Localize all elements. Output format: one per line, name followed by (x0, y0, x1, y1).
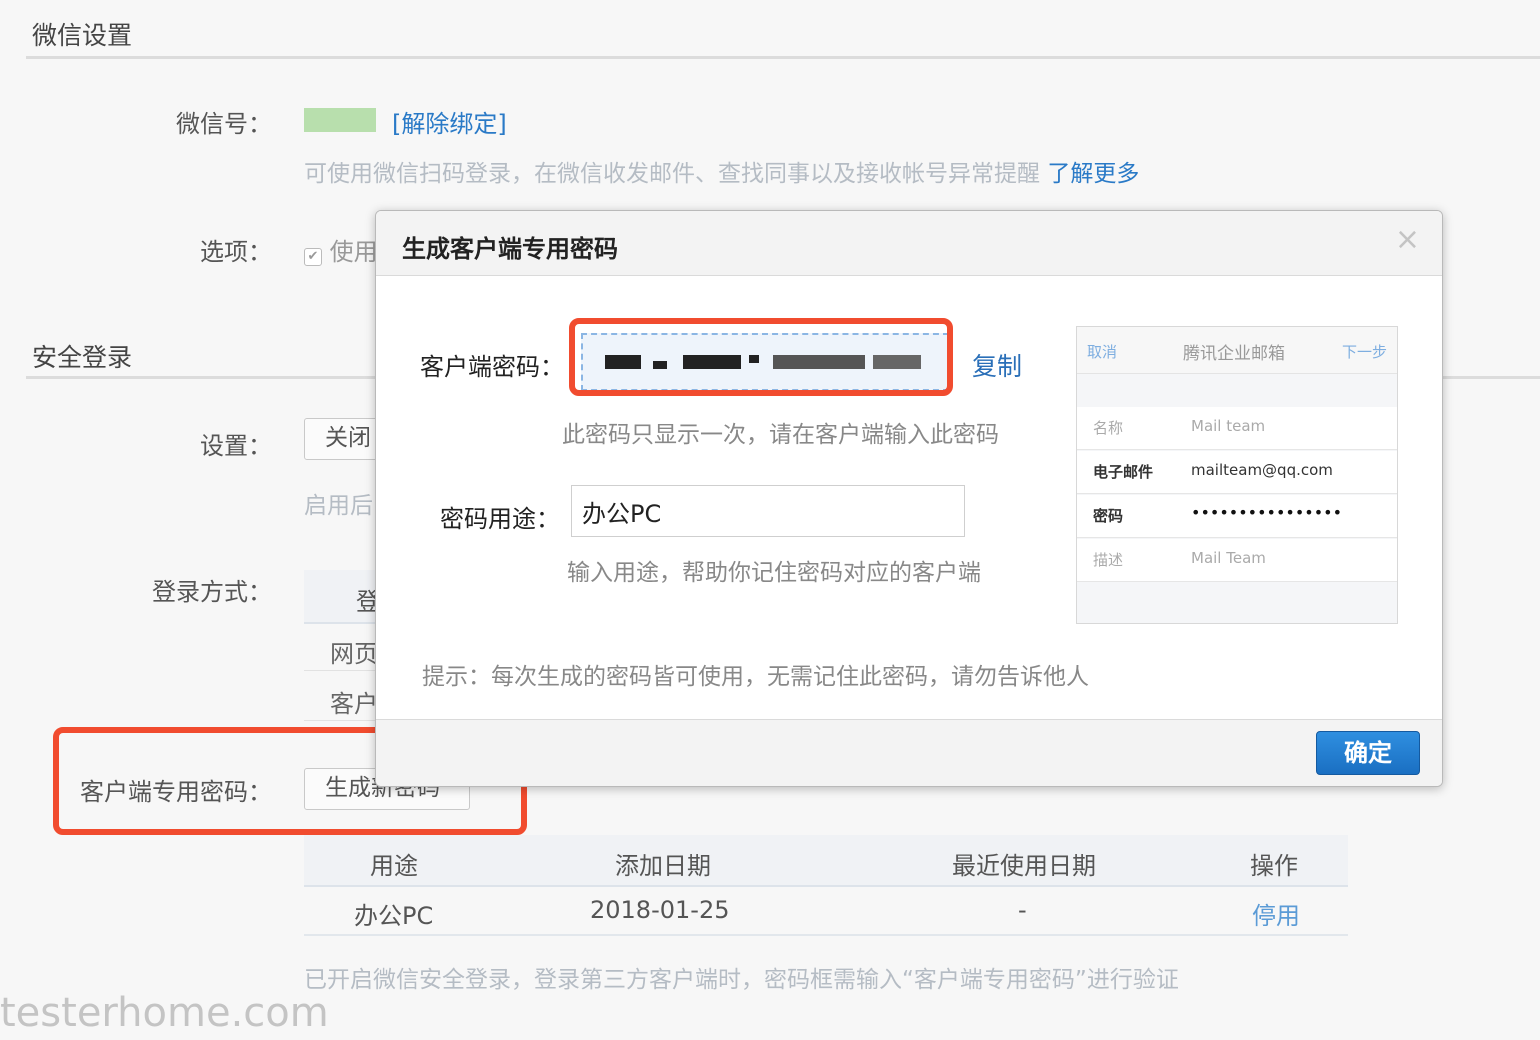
preview-key: 名称 (1093, 419, 1124, 437)
purpose-hint: 输入用途，帮助你记住密码对应的客户端 (567, 560, 981, 586)
preview-next: 下一步 (1341, 343, 1387, 361)
login-method-label: 登录方式： (152, 578, 272, 606)
tip-text: 提示：每次生成的密码皆可使用，无需记住此密码，请勿告诉他人 (422, 664, 1089, 690)
purpose-label: 密码用途： (440, 505, 560, 533)
row-added: 2018-01-25 (590, 896, 730, 924)
preview-cancel: 取消 (1087, 343, 1118, 361)
preview-row-name: 名称 Mail team (1077, 407, 1397, 450)
divider (304, 934, 1348, 936)
password-note: 此密码只显示一次，请在客户端输入此密码 (562, 422, 999, 448)
wechat-avatar-blur (304, 108, 376, 132)
disable-link[interactable]: 停用 (1252, 896, 1300, 931)
dialog-title: 生成客户端专用密码 (402, 235, 618, 263)
client-preview-image: 取消 腾讯企业邮箱 下一步 名称 Mail team 电子邮件 mailteam… (1076, 326, 1398, 624)
security-login-title: 安全登录 (32, 343, 133, 372)
preview-value: Mail Team (1191, 549, 1266, 567)
preview-row-password: 密码 •••••••••••••••• (1077, 495, 1397, 538)
learn-more-link[interactable]: 了解更多 (1047, 161, 1139, 187)
row-purpose: 办公PC (354, 902, 434, 930)
unbind-link[interactable]: [解除绑定] (392, 104, 507, 139)
ok-button[interactable]: 确定 (1316, 731, 1420, 775)
preview-row-desc: 描述 Mail Team (1077, 539, 1397, 582)
preview-key: 电子邮件 (1093, 463, 1154, 481)
preview-key: 描述 (1093, 551, 1124, 569)
preview-title: 腾讯企业邮箱 (1183, 344, 1285, 364)
password-table-head (304, 835, 1348, 887)
preview-value: Mail team (1191, 417, 1266, 435)
dialog-header: 生成客户端专用密码 × (376, 211, 1442, 276)
close-icon[interactable]: × (1395, 225, 1420, 255)
wechat-settings-title: 微信设置 (32, 21, 133, 50)
divider (26, 56, 1540, 59)
wechat-account-label: 微信号： (176, 110, 272, 138)
option-checkbox-row[interactable]: ✔ 使用 (304, 232, 378, 267)
wechat-description-text: 可使用微信扫码登录，在微信收发邮件、查找同事以及接收帐号异常提醒 (304, 161, 1040, 187)
copy-link[interactable]: 复制 (972, 347, 1022, 383)
highlight-password (569, 318, 953, 396)
enabled-hint: 启用后 (304, 493, 373, 519)
row-last-used: - (1018, 896, 1027, 924)
col-added: 添加日期 (615, 852, 711, 880)
options-label: 选项： (200, 238, 272, 266)
password-label: 客户端密码： (420, 353, 564, 381)
footer-note: 已开启微信安全登录，登录第三方客户端时，密码框需输入“客户端专用密码”进行验证 (304, 967, 1179, 993)
watermark: testerhome.com (0, 990, 329, 1036)
purpose-input[interactable] (571, 485, 965, 537)
setting-label: 设置： (200, 432, 272, 460)
option-label: 使用 (329, 238, 378, 266)
login-row-web: 网页 (330, 640, 378, 668)
preview-value: •••••••••••••••• (1191, 503, 1342, 522)
col-purpose: 用途 (370, 852, 418, 880)
generate-password-dialog: 生成客户端专用密码 × 客户端密码： 复制 此密码只显示一次，请在客户端输入此密… (375, 210, 1443, 787)
preview-value: mailteam@qq.com (1191, 461, 1333, 479)
preview-key: 密码 (1093, 507, 1124, 525)
checkbox-icon[interactable]: ✔ (304, 248, 322, 266)
col-last-used: 最近使用日期 (952, 852, 1096, 880)
wechat-description: 可使用微信扫码登录，在微信收发邮件、查找同事以及接收帐号异常提醒 了解更多 (304, 154, 1139, 188)
preview-row-email: 电子邮件 mailteam@qq.com (1077, 451, 1397, 494)
col-action: 操作 (1250, 852, 1298, 880)
dialog-footer: 确定 (376, 719, 1442, 786)
login-row-client: 客户 (330, 690, 378, 718)
